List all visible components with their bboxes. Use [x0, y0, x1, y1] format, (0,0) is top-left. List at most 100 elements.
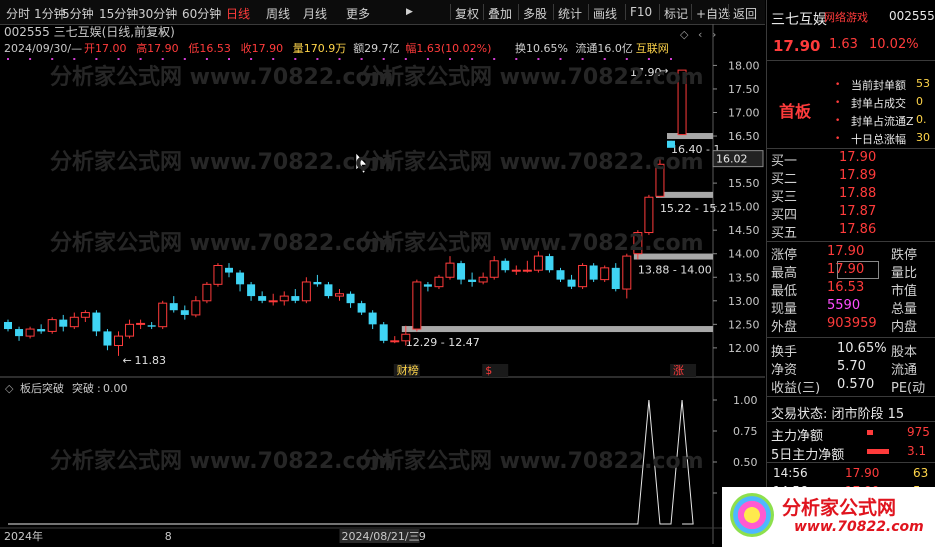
signal-dot — [603, 58, 606, 60]
stat-value: 5590 — [827, 298, 861, 313]
info-item-4: 量170.9万 — [293, 42, 347, 55]
signal-dot — [338, 58, 341, 60]
rp-row: 三七互娱 网络游戏 002555 — [767, 8, 935, 28]
info-item-2: 低16.53 — [188, 42, 231, 55]
candle — [522, 260, 532, 273]
stock-name: 三七互娱 — [771, 12, 827, 28]
toolbar-btn-1[interactable]: 叠加 — [488, 5, 512, 22]
rp-row: 外盘 903959 内盘 — [767, 315, 935, 335]
toolbar-btn-8[interactable]: 返回 — [733, 5, 757, 22]
indicator-toggle-icon[interactable]: ◇ — [5, 382, 14, 395]
info-item-0: 开17.00 — [84, 42, 127, 55]
toolbar-divider — [691, 4, 692, 20]
toolbar-btn-5[interactable]: F10 — [630, 5, 652, 19]
candle — [357, 300, 366, 315]
diamond-icon[interactable]: ◇ — [680, 28, 689, 41]
watermark: 分析家公式网 www.70822.com — [50, 149, 394, 175]
signal-dot — [449, 58, 451, 60]
candle — [335, 289, 344, 301]
rp-row: 涨停 17.90 跌停 — [767, 243, 935, 263]
candle — [423, 281, 432, 292]
rp-row: 最高 17.90 量比 — [767, 261, 935, 281]
candle — [478, 272, 488, 285]
seal-stat-label: 当前封单额 — [851, 79, 906, 92]
bid-price: 17.88 — [839, 186, 877, 201]
rp-row: 17.90 1.63 10.02% — [767, 36, 935, 55]
signal-dot — [7, 58, 9, 60]
rp-row: 换手 10.65% 股本 — [767, 340, 935, 360]
watermark: 分析家公式网 www.70822.com — [360, 448, 704, 474]
event-marker[interactable]: 涨 — [673, 364, 684, 377]
info-item-6: 幅1.63(10.02%) — [405, 42, 491, 55]
candle — [80, 310, 90, 322]
y-tick-label: 15.50 — [728, 177, 760, 190]
flow-bar — [867, 430, 873, 435]
signal-dot — [183, 58, 186, 60]
signal-dot — [670, 58, 672, 60]
ind-y-tick-label: 0.50 — [733, 456, 758, 469]
period-tab-9[interactable]: 更多 — [346, 5, 370, 22]
candle — [445, 256, 455, 280]
current-price-label: 16.02 — [716, 153, 748, 166]
collapse-icon[interactable]: ‹ — [698, 28, 702, 41]
title-dropdown-icon[interactable]: ▾ — [160, 28, 165, 39]
candle — [103, 329, 112, 351]
toolbar-btn-6[interactable]: 标记 — [664, 5, 688, 22]
event-marker[interactable]: 财榜 — [397, 363, 419, 377]
toolbar-btn-2[interactable]: 多股 — [523, 5, 547, 22]
period-tab-8[interactable]: 月线 — [303, 5, 327, 22]
signal-dot — [73, 58, 76, 60]
period-tab-2[interactable]: 5分钟 — [62, 5, 94, 22]
seal-stat-value: 30 — [916, 131, 930, 144]
rp-row: • 封单占成交 0 — [767, 94, 935, 112]
candle — [136, 319, 146, 330]
period-tab-1[interactable]: 1分钟 — [34, 5, 66, 22]
rp-row: 净资 5.70 流通 — [767, 358, 935, 378]
rp-row: 交易状态: 闭市阶段 15 — [767, 402, 935, 422]
seal-stat-bullet-icon: • — [835, 134, 841, 144]
candle — [511, 265, 521, 275]
rp-divider — [767, 421, 935, 422]
seal-stat-label: 十日总涨幅 — [851, 133, 906, 146]
more-arrow-icon[interactable]: ▶ — [406, 7, 413, 17]
trade-state: 交易状态: 闭市阶段 15 — [771, 407, 905, 422]
flow-bar — [867, 449, 889, 454]
toolbar-btn-4[interactable]: 画线 — [593, 5, 617, 22]
candle — [158, 300, 168, 330]
signal-dot — [625, 58, 628, 60]
candle — [225, 263, 233, 278]
info-date: 2024/09/30/— — [4, 42, 82, 55]
rp-row: 买三 17.88 — [767, 185, 935, 205]
signal-dot — [117, 58, 120, 60]
kline-chart[interactable]: 002555 三七互娱(日线,前复权)▾ 2024/09/30/— 开17.00 高1… — [0, 24, 765, 547]
seal-stat-label: 封单占流通Z — [851, 115, 914, 128]
toolbar-divider — [625, 4, 626, 20]
period-tab-7[interactable]: 周线 — [266, 5, 290, 22]
quote-panel: 三七互娱 网络游戏 002555 17.90 1.63 10.02% 首板 • 当前封单额 53 •… — [766, 0, 935, 547]
rp-divider — [767, 462, 935, 463]
period-tab-5[interactable]: 60分钟 — [182, 5, 221, 22]
period-tab-3[interactable]: 15分钟 — [99, 5, 138, 22]
sector-tag: 网络游戏 — [824, 11, 868, 24]
event-marker[interactable]: $ — [485, 364, 492, 377]
last-price: 17.90 — [773, 37, 821, 55]
tick-price: 17.90 — [845, 466, 880, 480]
period-tab-6[interactable]: 日线 — [226, 5, 250, 22]
toolbar-btn-3[interactable]: 统计 — [558, 5, 582, 22]
signal-dot — [250, 58, 253, 60]
period-tab-4[interactable]: 30分钟 — [138, 5, 177, 22]
rp-row: 主力净额 975 — [767, 424, 935, 444]
seal-stat-bullet-icon: • — [835, 98, 841, 108]
toolbar-btn-7[interactable]: +自选 — [696, 5, 730, 22]
rp-divider — [767, 60, 935, 61]
flow-value: 975 — [907, 425, 930, 439]
signal-dot — [51, 58, 54, 60]
support-band — [667, 133, 713, 140]
toolbar-btn-0[interactable]: 复权 — [455, 5, 479, 22]
stat2-value: 10.65% — [837, 341, 887, 356]
rp-row: 5日主力净额 3.1 — [767, 443, 935, 463]
signal-dot — [382, 58, 385, 60]
candle — [589, 263, 598, 282]
bid-price: 17.87 — [839, 204, 877, 219]
period-tab-0[interactable]: 分时 — [6, 5, 30, 22]
